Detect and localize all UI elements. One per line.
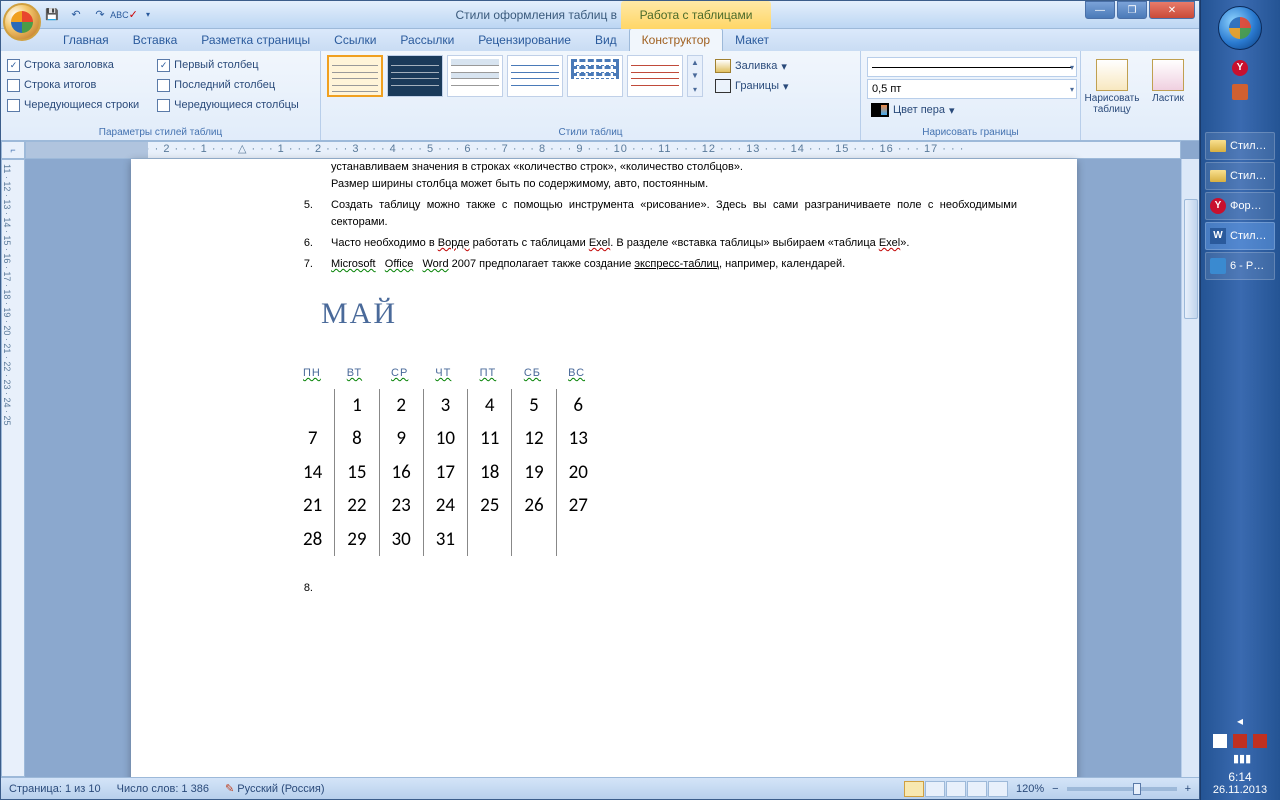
save-icon[interactable]: 💾 xyxy=(41,4,63,26)
scroll-thumb[interactable] xyxy=(1184,199,1198,319)
view-print-icon[interactable] xyxy=(904,781,924,797)
tab-mailings[interactable]: Рассылки xyxy=(388,29,466,51)
style-thumb[interactable] xyxy=(447,55,503,97)
check-header-row[interactable]: ✓Строка заголовка xyxy=(7,55,139,75)
group-draw: Нарисовать таблицу Ластик xyxy=(1081,51,1199,140)
status-lang[interactable]: ✎ Русский (Россия) xyxy=(225,782,325,795)
style-thumb[interactable] xyxy=(327,55,383,97)
vertical-ruler[interactable]: 11 · 12 · 13 · 14 · 15 · 16 · 17 · 18 · … xyxy=(1,159,25,777)
view-read-icon[interactable] xyxy=(925,781,945,797)
calendar-table[interactable]: ПН ВТ СР ЧТ ПТ СБ ВС 123456 78910111213 … xyxy=(291,350,600,556)
zoom-out-icon[interactable]: − xyxy=(1052,783,1058,795)
tab-insert[interactable]: Вставка xyxy=(121,29,190,51)
flag-icon[interactable] xyxy=(1213,734,1227,748)
tab-review[interactable]: Рецензирование xyxy=(466,29,583,51)
volume-icon[interactable] xyxy=(1233,734,1247,748)
contextual-tab-label: Работа с таблицами xyxy=(621,1,771,29)
style-thumb[interactable] xyxy=(627,55,683,97)
check-banded-rows[interactable]: Чередующиеся строки xyxy=(7,95,139,115)
spellcheck-icon[interactable]: ABC✓ xyxy=(113,4,135,26)
group-style-options: ✓Строка заголовка Строка итогов Чередующ… xyxy=(1,51,321,140)
borders-button[interactable]: Границы ▾ xyxy=(711,77,793,95)
check-banded-cols[interactable]: Чередующиеся столбцы xyxy=(157,95,299,115)
ribbon: ✓Строка заголовка Строка итогов Чередующ… xyxy=(1,51,1199,141)
pencil-table-icon xyxy=(1096,59,1128,91)
tab-home[interactable]: Главная xyxy=(51,29,121,51)
taskbar-item[interactable]: Стил… xyxy=(1205,132,1275,160)
group-draw-borders: ▾ 0,5 пт▾ Цвет пера ▾ Нарисовать границы xyxy=(861,51,1081,140)
status-words[interactable]: Число слов: 1 386 xyxy=(117,783,209,795)
eraser-icon xyxy=(1152,59,1184,91)
document-area: ⌐ 3 · · · 2 · · · 1 · · · △ · · · 1 · · … xyxy=(1,141,1199,777)
line-style-dropdown[interactable]: ▾ xyxy=(867,57,1077,77)
shading-button[interactable]: Заливка ▾ xyxy=(711,57,793,75)
zoom-slider[interactable] xyxy=(1067,787,1177,791)
clock-time[interactable]: 6:14 xyxy=(1204,770,1276,784)
tab-references[interactable]: Ссылки xyxy=(322,29,388,51)
group-table-styles: ▲▼▾ Заливка ▾ Границы ▾ Стили таблиц xyxy=(321,51,861,140)
titlebar: 💾 ↶ ↷ ABC✓ ▾ Стили оформления таблиц в в… xyxy=(1,1,1199,29)
undo-icon[interactable]: ↶ xyxy=(65,4,87,26)
style-thumb[interactable] xyxy=(387,55,443,97)
calendar-title: МАЙ xyxy=(321,291,1017,338)
taskbar-item[interactable]: 6 - Р… xyxy=(1205,252,1275,280)
statusbar: Страница: 1 из 10 Число слов: 1 386 ✎ Ру… xyxy=(1,777,1199,799)
style-gallery[interactable]: ▲▼▾ xyxy=(327,55,703,97)
maximize-button[interactable]: ❐ xyxy=(1117,1,1147,19)
ruler-corner[interactable]: ⌐ xyxy=(1,141,25,159)
check-last-col[interactable]: Последний столбец xyxy=(157,75,299,95)
style-thumb[interactable] xyxy=(507,55,563,97)
signal-icon[interactable]: ▮▮▮ xyxy=(1233,752,1247,766)
vertical-scrollbar[interactable] xyxy=(1181,159,1199,777)
system-tray[interactable]: ◂ ▮▮▮ 6:14 26.11.2013 xyxy=(1204,714,1276,796)
taskbar-item[interactable]: Фор… xyxy=(1205,192,1275,220)
view-buttons[interactable] xyxy=(904,781,1008,797)
taskbar-item[interactable]: WСтил… xyxy=(1205,222,1275,250)
taskbar-item[interactable]: Стил… xyxy=(1205,162,1275,190)
line-width-dropdown[interactable]: 0,5 пт▾ xyxy=(867,79,1077,99)
redo-icon[interactable]: ↷ xyxy=(89,4,111,26)
clock-date[interactable]: 26.11.2013 xyxy=(1204,784,1276,796)
tray-app-icon[interactable] xyxy=(1232,84,1248,100)
qat-more-icon[interactable]: ▾ xyxy=(137,4,159,26)
tab-design[interactable]: Конструктор xyxy=(629,28,723,51)
network-icon[interactable] xyxy=(1253,734,1267,748)
tab-table-layout[interactable]: Макет xyxy=(723,29,781,51)
horizontal-ruler[interactable]: 3 · · · 2 · · · 1 · · · △ · · · 1 · · · … xyxy=(25,141,1181,159)
style-thumb[interactable] xyxy=(567,55,623,97)
eraser-button[interactable]: Ластик xyxy=(1143,59,1193,115)
view-outline-icon[interactable] xyxy=(967,781,987,797)
gallery-scroll[interactable]: ▲▼▾ xyxy=(687,55,703,97)
check-total-row[interactable]: Строка итогов xyxy=(7,75,139,95)
yandex-icon[interactable] xyxy=(1232,60,1248,76)
ribbon-tabs: Главная Вставка Разметка страницы Ссылки… xyxy=(1,29,1199,51)
pen-color-button[interactable]: Цвет пера ▾ xyxy=(867,101,1077,119)
close-button[interactable]: ✕ xyxy=(1149,1,1195,19)
view-web-icon[interactable] xyxy=(946,781,966,797)
word-window: 💾 ↶ ↷ ABC✓ ▾ Стили оформления таблиц в в… xyxy=(0,0,1200,800)
draw-table-button[interactable]: Нарисовать таблицу xyxy=(1087,59,1137,115)
tab-view[interactable]: Вид xyxy=(583,29,629,51)
tab-layout[interactable]: Разметка страницы xyxy=(189,29,322,51)
zoom-in-icon[interactable]: + xyxy=(1185,783,1191,795)
minimize-button[interactable]: — xyxy=(1085,1,1115,19)
windows-taskbar: Стил… Стил… Фор… WСтил… 6 - Р… ◂ ▮▮▮ 6:1… xyxy=(1200,0,1280,800)
page[interactable]: устанавливаем значения в строках «количе… xyxy=(131,159,1077,777)
check-first-col[interactable]: ✓Первый столбец xyxy=(157,55,299,75)
office-button[interactable] xyxy=(3,3,41,41)
status-page[interactable]: Страница: 1 из 10 xyxy=(9,783,101,795)
start-button[interactable] xyxy=(1218,6,1262,50)
view-draft-icon[interactable] xyxy=(988,781,1008,797)
zoom-value[interactable]: 120% xyxy=(1016,783,1044,795)
